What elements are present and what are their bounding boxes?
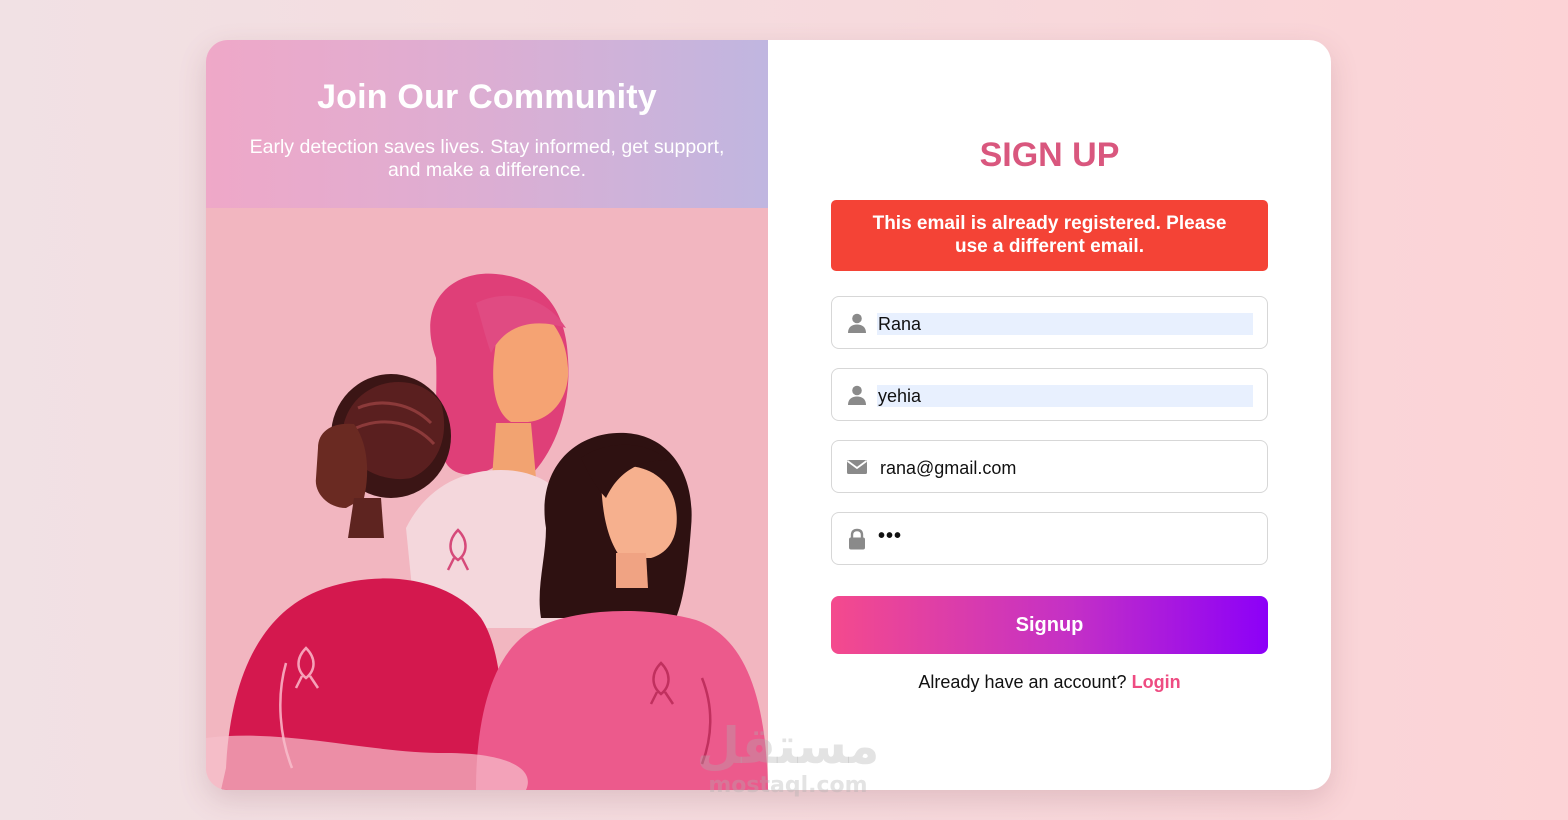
community-header: Join Our Community Early detection saves…	[206, 40, 768, 208]
women-illustration	[206, 208, 768, 790]
email-field[interactable]: rana@gmail.com	[831, 440, 1268, 493]
password-input[interactable]: •••	[877, 525, 1253, 547]
user-icon	[848, 313, 866, 333]
login-link[interactable]: Login	[1132, 672, 1181, 692]
email-input[interactable]: rana@gmail.com	[879, 457, 1255, 479]
password-field[interactable]: •••	[831, 512, 1268, 565]
envelope-icon	[846, 460, 868, 474]
last-name-input[interactable]: yehia	[877, 385, 1253, 407]
signup-panel: SIGN UP This email is already registered…	[768, 40, 1331, 790]
login-prompt-text: Already have an account?	[918, 672, 1127, 692]
last-name-field[interactable]: yehia	[831, 368, 1268, 421]
community-panel: Join Our Community Early detection saves…	[206, 40, 768, 790]
first-name-input[interactable]: Rana	[877, 313, 1253, 335]
signup-card: Join Our Community Early detection saves…	[206, 40, 1331, 790]
login-prompt: Already have an account? Login	[768, 672, 1331, 693]
first-name-field[interactable]: Rana	[831, 296, 1268, 349]
community-title: Join Our Community	[317, 78, 657, 116]
user-icon	[848, 385, 866, 405]
signup-button[interactable]: Signup	[831, 596, 1268, 654]
signup-title: SIGN UP	[979, 136, 1120, 174]
error-alert: This email is already registered. Please…	[831, 200, 1268, 271]
community-subtitle: Early detection saves lives. Stay inform…	[249, 136, 725, 181]
lock-icon	[849, 528, 865, 550]
